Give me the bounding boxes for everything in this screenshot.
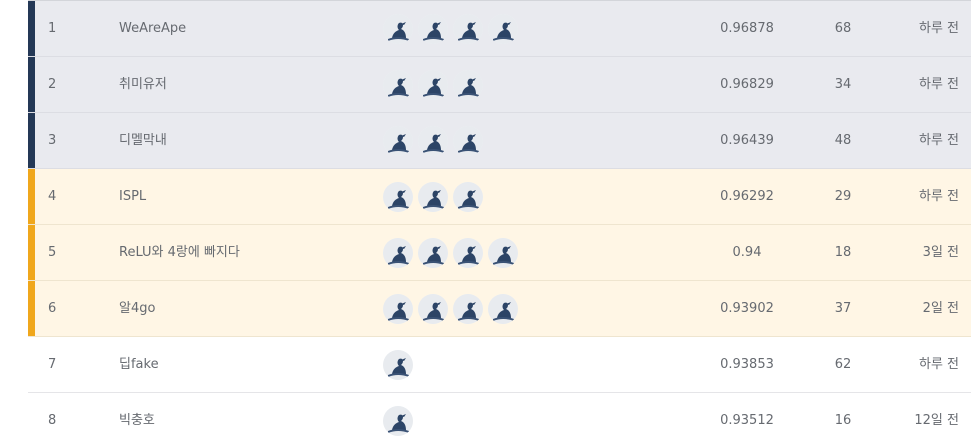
user-avatar-icon[interactable]: [383, 70, 413, 100]
team-name[interactable]: 알4go: [119, 281, 155, 337]
table-row[interactable]: 8 빅충호 0.93512 16 12일 전: [28, 393, 971, 445]
score-cell: 0.94: [732, 245, 762, 260]
team-members: [383, 225, 518, 281]
rank-cell: 7: [48, 357, 57, 372]
score-cell: 0.96829: [720, 77, 774, 92]
user-avatar-icon[interactable]: [488, 294, 518, 324]
user-avatar-icon[interactable]: [383, 350, 413, 380]
score-cell: 0.96439: [720, 133, 774, 148]
gold-rank-stripe: [28, 281, 35, 336]
score-cell: 0.96292: [720, 189, 774, 204]
score-cell: 0.96878: [720, 21, 774, 36]
entries-cell: 16: [834, 413, 852, 428]
team-members: [383, 113, 483, 169]
user-avatar-icon[interactable]: [383, 238, 413, 268]
table-row[interactable]: 4 ISPL 0.96292 29 하루 전: [28, 169, 971, 225]
gold-rank-stripe: [28, 225, 35, 280]
team-members: [383, 281, 518, 337]
team-members: [383, 57, 483, 113]
entries-cell: 18: [834, 245, 852, 260]
table-row[interactable]: 7 딥fake 0.93853 62 하루 전: [28, 337, 971, 393]
user-avatar-icon[interactable]: [383, 294, 413, 324]
table-row[interactable]: 3 디멜막내 0.96439 48 하루 전: [28, 113, 971, 169]
last-submission-cell: 하루 전: [918, 77, 959, 92]
last-submission-cell: 하루 전: [918, 357, 959, 372]
entries-cell: 48: [834, 133, 852, 148]
score-cell: 0.93853: [720, 357, 774, 372]
table-row[interactable]: 2 취미유저 0.96829 34 하루 전: [28, 57, 971, 113]
user-avatar-icon[interactable]: [453, 238, 483, 268]
entries-cell: 37: [834, 301, 852, 316]
team-name[interactable]: 딥fake: [119, 337, 159, 393]
rank-cell: 1: [48, 21, 57, 36]
user-avatar-icon[interactable]: [418, 14, 448, 44]
silver-rank-stripe: [28, 57, 35, 112]
last-submission-cell: 3일 전: [922, 245, 959, 260]
user-avatar-icon[interactable]: [383, 406, 413, 436]
user-avatar-icon[interactable]: [418, 238, 448, 268]
gold-rank-stripe: [28, 169, 35, 224]
rank-cell: 3: [48, 133, 57, 148]
last-submission-cell: 2일 전: [922, 301, 959, 316]
team-members: [383, 1, 518, 57]
user-avatar-icon[interactable]: [418, 70, 448, 100]
user-avatar-icon[interactable]: [453, 126, 483, 156]
silver-rank-stripe: [28, 113, 35, 168]
user-avatar-icon[interactable]: [488, 14, 518, 44]
score-cell: 0.93902: [720, 301, 774, 316]
table-row[interactable]: 6 알4go 0.93902 37 2일 전: [28, 281, 971, 337]
last-submission-cell: 하루 전: [918, 189, 959, 204]
rank-cell: 2: [48, 77, 57, 92]
team-members: [383, 337, 413, 393]
user-avatar-icon[interactable]: [383, 126, 413, 156]
table-row[interactable]: 5 ReLU와 4랑에 빠지다 0.94 18 3일 전: [28, 225, 971, 281]
team-members: [383, 393, 413, 445]
user-avatar-icon[interactable]: [488, 238, 518, 268]
team-name[interactable]: ISPL: [119, 169, 146, 225]
entries-cell: 62: [834, 357, 852, 372]
user-avatar-icon[interactable]: [418, 294, 448, 324]
rank-cell: 5: [48, 245, 57, 260]
user-avatar-icon[interactable]: [383, 14, 413, 44]
entries-cell: 29: [834, 189, 852, 204]
last-submission-cell: 하루 전: [918, 21, 959, 36]
user-avatar-icon[interactable]: [453, 70, 483, 100]
team-name[interactable]: 취미유저: [119, 57, 167, 113]
last-submission-cell: 12일 전: [914, 413, 959, 428]
user-avatar-icon[interactable]: [453, 182, 483, 212]
team-name[interactable]: 빅충호: [119, 393, 155, 445]
last-submission-cell: 하루 전: [918, 133, 959, 148]
silver-rank-stripe: [28, 1, 35, 56]
leaderboard: 1 WeAreApe 0.96878 68 하루 전 2 취미유저 0.96829 34 하루 전…: [0, 0, 971, 445]
entries-cell: 68: [834, 21, 852, 36]
user-avatar-icon[interactable]: [418, 182, 448, 212]
team-members: [383, 169, 483, 225]
rank-cell: 8: [48, 413, 57, 428]
score-cell: 0.93512: [720, 413, 774, 428]
rank-cell: 6: [48, 301, 57, 316]
user-avatar-icon[interactable]: [418, 126, 448, 156]
team-name[interactable]: ReLU와 4랑에 빠지다: [119, 225, 240, 281]
team-name[interactable]: WeAreApe: [119, 1, 186, 57]
user-avatar-icon[interactable]: [453, 294, 483, 324]
user-avatar-icon[interactable]: [383, 182, 413, 212]
table-row[interactable]: 1 WeAreApe 0.96878 68 하루 전: [28, 1, 971, 57]
user-avatar-icon[interactable]: [453, 14, 483, 44]
entries-cell: 34: [834, 77, 852, 92]
rank-cell: 4: [48, 189, 57, 204]
team-name[interactable]: 디멜막내: [119, 113, 167, 169]
